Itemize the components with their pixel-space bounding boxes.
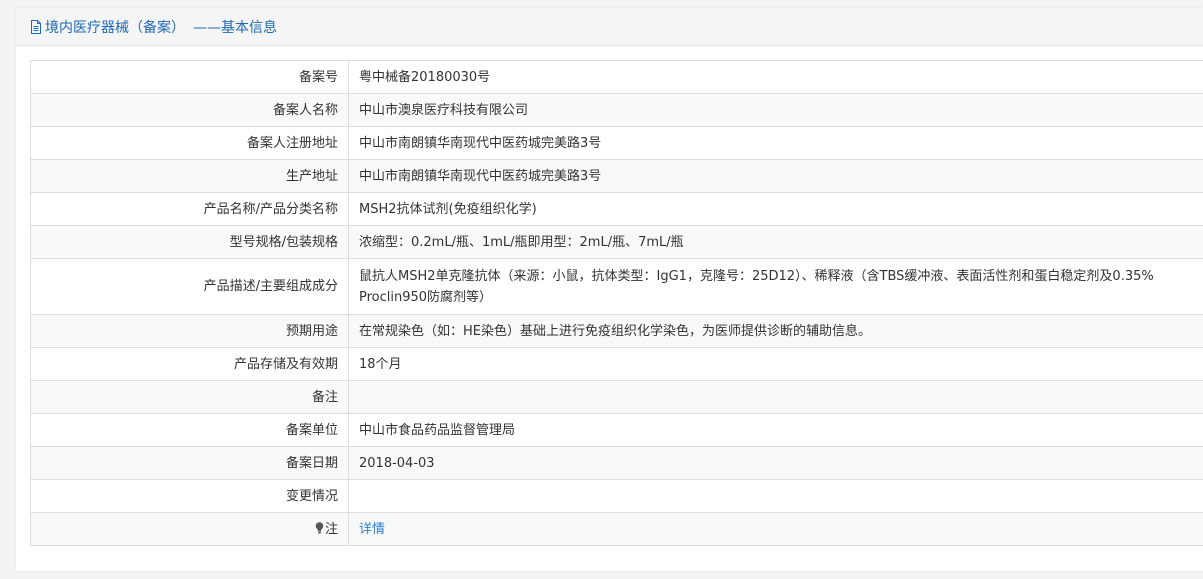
table-row: 备案号 粤中械备20180030号	[30, 60, 1203, 94]
row-label: 型号规格/包装规格	[30, 225, 349, 259]
row-label: 备注	[30, 380, 349, 414]
row-label: 备案日期	[30, 446, 349, 480]
row-value: 粤中械备20180030号	[348, 60, 1203, 94]
table-row: 产品描述/主要组成成分 鼠抗人MSH2单克隆抗体（来源：小鼠，抗体类型：IgG1…	[30, 258, 1203, 315]
panel-subtitle: ——基本信息	[193, 19, 277, 36]
row-value	[348, 479, 1203, 513]
row-label: 产品存储及有效期	[30, 347, 349, 381]
table-row: 生产地址 中山市南朗镇华南现代中医药城完美路3号	[30, 159, 1203, 193]
row-value: 中山市南朗镇华南现代中医药城完美路3号	[348, 159, 1203, 193]
row-value: 中山市食品药品监督管理局	[348, 413, 1203, 447]
info-table: 备案号 粤中械备20180030号 备案人名称 中山市澳泉医疗科技有限公司 备案…	[30, 60, 1203, 546]
table-row: 产品名称/产品分类名称 MSH2抗体试剂(免疫组织化学)	[30, 192, 1203, 226]
table-row: 型号规格/包装规格 浓缩型：0.2mL/瓶、1mL/瓶即用型：2mL/瓶、7mL…	[30, 225, 1203, 259]
row-value: 中山市南朗镇华南现代中医药城完美路3号	[348, 126, 1203, 160]
row-value: 中山市澳泉医疗科技有限公司	[348, 93, 1203, 127]
table-row: 备案单位 中山市食品药品监督管理局	[30, 413, 1203, 447]
table-row: 备案人名称 中山市澳泉医疗科技有限公司	[30, 93, 1203, 127]
details-link[interactable]: 详情	[359, 522, 385, 537]
panel-header: 境内医疗器械（备案） ——基本信息	[16, 8, 1203, 46]
lightbulb-icon	[315, 521, 324, 533]
table-row: 注 详情	[30, 512, 1203, 546]
row-value: 18个月	[348, 347, 1203, 381]
table-row: 预期用途 在常规染色（如：HE染色）基础上进行免疫组织化学染色，为医师提供诊断的…	[30, 314, 1203, 348]
table-row: 变更情况	[30, 479, 1203, 513]
table-row: 产品存储及有效期 18个月	[30, 347, 1203, 381]
row-label: 产品描述/主要组成成分	[30, 258, 349, 315]
row-value: 详情	[348, 512, 1203, 546]
row-label: 备案人注册地址	[30, 126, 349, 160]
row-label: 产品名称/产品分类名称	[30, 192, 349, 226]
row-label: 备案人名称	[30, 93, 349, 127]
row-value: MSH2抗体试剂(免疫组织化学)	[348, 192, 1203, 226]
detail-panel: 境内医疗器械（备案） ——基本信息 备案号 粤中械备20180030号 备案人名称…	[16, 8, 1203, 571]
row-value: 在常规染色（如：HE染色）基础上进行免疫组织化学染色，为医师提供诊断的辅助信息。	[348, 314, 1203, 348]
panel-title: 境内医疗器械（备案）	[45, 19, 185, 36]
row-label: 变更情况	[30, 479, 349, 513]
table-row: 备案日期 2018-04-03	[30, 446, 1203, 480]
row-label: 预期用途	[30, 314, 349, 348]
row-value: 浓缩型：0.2mL/瓶、1mL/瓶即用型：2mL/瓶、7mL/瓶	[348, 225, 1203, 259]
row-label: 备案单位	[30, 413, 349, 447]
row-value: 2018-04-03	[348, 446, 1203, 480]
row-value	[348, 380, 1203, 414]
row-label: 备案号	[30, 60, 349, 94]
row-label-note: 注	[30, 512, 349, 546]
document-icon	[31, 19, 41, 34]
row-value: 鼠抗人MSH2单克隆抗体（来源：小鼠，抗体类型：IgG1，克隆号：25D12）、…	[348, 258, 1203, 315]
note-label: 注	[324, 521, 338, 537]
row-label: 生产地址	[30, 159, 349, 193]
table-row: 备案人注册地址 中山市南朗镇华南现代中医药城完美路3号	[30, 126, 1203, 160]
table-row: 备注	[30, 380, 1203, 414]
